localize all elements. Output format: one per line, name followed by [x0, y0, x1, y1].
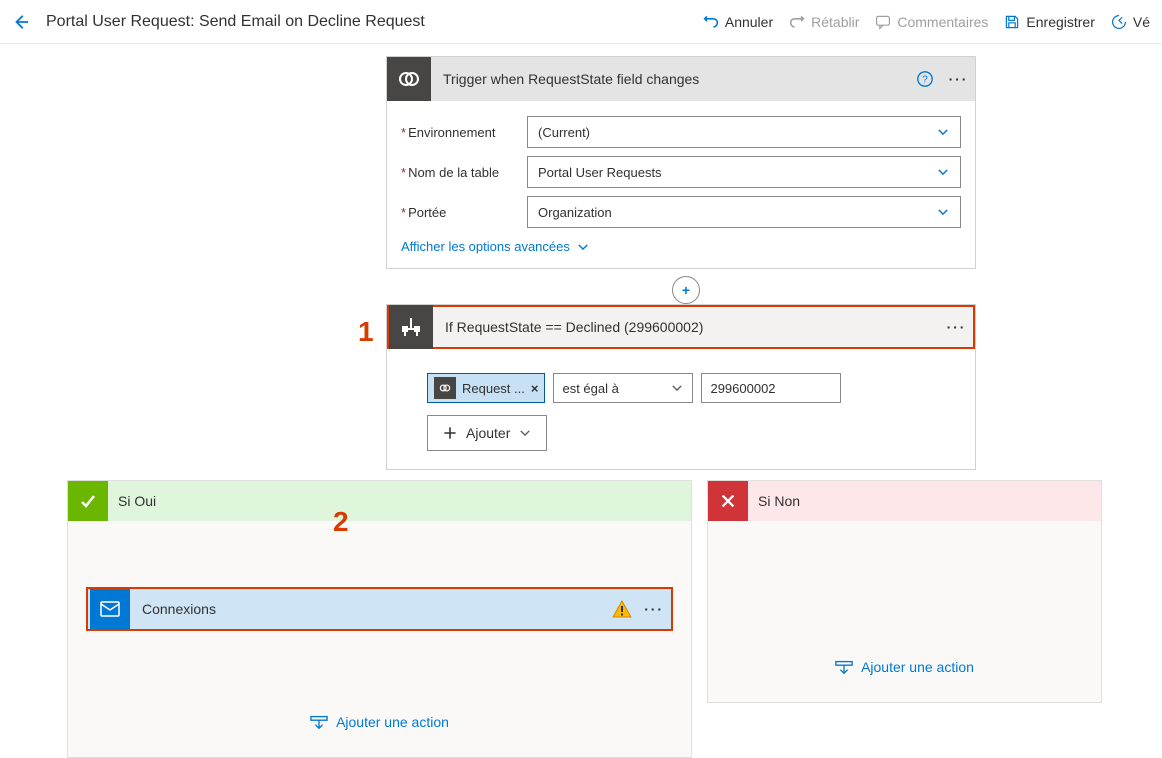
- branch-no-header: Si Non: [708, 481, 1101, 521]
- save-label: Enregistrer: [1026, 14, 1094, 30]
- trigger-card: Trigger when RequestState field changes …: [386, 56, 976, 269]
- connections-menu-button[interactable]: [644, 601, 661, 617]
- add-condition-label: Ajouter: [466, 425, 510, 441]
- add-condition-button[interactable]: Ajouter: [427, 415, 547, 451]
- branch-yes-header: Si Oui: [68, 481, 691, 521]
- verify-button[interactable]: Vé: [1111, 14, 1150, 30]
- save-icon: [1004, 14, 1020, 30]
- undo-button[interactable]: Annuler: [703, 14, 773, 30]
- redo-icon: [789, 14, 805, 30]
- chevron-down-icon: [518, 426, 532, 440]
- add-action-icon: [310, 713, 328, 731]
- insert-step-button[interactable]: +: [672, 276, 700, 304]
- comments-label: Commentaires: [897, 14, 988, 30]
- arrow-left-icon: [12, 13, 30, 31]
- scope-select[interactable]: Organization: [527, 196, 961, 228]
- token-label: Request ...: [462, 381, 525, 396]
- condition-icon: [389, 305, 433, 349]
- connections-label: Connexions: [142, 601, 612, 617]
- back-button[interactable]: [12, 13, 30, 31]
- save-button[interactable]: Enregistrer: [1004, 14, 1094, 30]
- scope-value: Organization: [538, 205, 612, 220]
- trigger-title: Trigger when RequestState field changes: [443, 71, 911, 87]
- trigger-header[interactable]: Trigger when RequestState field changes …: [387, 57, 975, 101]
- redo-label: Rétablir: [811, 14, 859, 30]
- chevron-down-icon: [936, 125, 950, 139]
- env-label: Environnement: [408, 125, 495, 140]
- ellipsis-icon: [947, 319, 964, 335]
- chevron-down-icon: [936, 165, 950, 179]
- svg-text:?: ?: [922, 75, 928, 86]
- table-label: Nom de la table: [408, 165, 499, 180]
- field-scope: *Portée Organization: [401, 193, 961, 231]
- token-remove-button[interactable]: ×: [531, 381, 539, 396]
- plus-icon: [442, 425, 458, 441]
- condition-header[interactable]: If RequestState == Declined (299600002): [387, 305, 975, 349]
- annotation-1: 1: [358, 316, 374, 348]
- undo-label: Annuler: [725, 14, 773, 30]
- dataverse-icon: [434, 377, 456, 399]
- field-environment: *Environnement (Current): [401, 113, 961, 151]
- condition-expression-row: Request ... × est égal à 299600002: [427, 373, 841, 403]
- operator-value: est égal à: [562, 381, 618, 396]
- dataverse-icon: [387, 57, 431, 101]
- env-select[interactable]: (Current): [527, 116, 961, 148]
- undo-icon: [703, 14, 719, 30]
- chevron-down-icon: [576, 240, 590, 254]
- comparison-value: 299600002: [710, 381, 775, 396]
- annotation-2: 2: [333, 506, 349, 538]
- chevron-down-icon: [670, 381, 684, 395]
- table-select[interactable]: Portal User Requests: [527, 156, 961, 188]
- page-title: Portal User Request: Send Email on Decli…: [46, 13, 425, 31]
- branch-no: Si Non Ajouter une action: [707, 480, 1102, 703]
- connections-card[interactable]: Connexions: [86, 587, 673, 631]
- branch-no-title: Si Non: [758, 493, 800, 509]
- operator-select[interactable]: est égal à: [553, 373, 693, 403]
- comparison-value-input[interactable]: 299600002: [701, 373, 841, 403]
- table-value: Portal User Requests: [538, 165, 662, 180]
- add-action-icon: [835, 658, 853, 676]
- advanced-options-link[interactable]: Afficher les options avancées: [401, 239, 961, 254]
- ellipsis-icon: [949, 71, 966, 87]
- flow-checker-icon: [1111, 14, 1127, 30]
- add-action-no-label: Ajouter une action: [861, 659, 974, 675]
- ellipsis-icon: [644, 601, 661, 617]
- add-action-no[interactable]: Ajouter une action: [835, 658, 974, 676]
- close-icon: [708, 481, 748, 521]
- comments-button: Commentaires: [875, 14, 988, 30]
- branch-yes-title: Si Oui: [118, 493, 156, 509]
- flow-canvas: Trigger when RequestState field changes …: [0, 44, 1162, 750]
- env-value: (Current): [538, 125, 590, 140]
- add-action-yes[interactable]: Ajouter une action: [310, 713, 449, 731]
- outlook-icon: [90, 589, 130, 629]
- field-table: *Nom de la table Portal User Requests: [401, 153, 961, 191]
- condition-title: If RequestState == Declined (299600002): [445, 319, 937, 335]
- advanced-label: Afficher les options avancées: [401, 239, 570, 254]
- chevron-down-icon: [936, 205, 950, 219]
- dynamic-token-requeststate[interactable]: Request ... ×: [427, 373, 545, 403]
- add-action-yes-label: Ajouter une action: [336, 714, 449, 730]
- scope-label: Portée: [408, 205, 446, 220]
- help-icon[interactable]: ?: [911, 70, 939, 88]
- condition-menu-button[interactable]: [937, 319, 973, 335]
- check-icon: [68, 481, 108, 521]
- verify-label: Vé: [1133, 14, 1150, 30]
- comment-icon: [875, 14, 891, 30]
- warning-icon: [612, 599, 632, 619]
- condition-card: If RequestState == Declined (299600002) …: [386, 304, 976, 470]
- redo-button: Rétablir: [789, 14, 859, 30]
- branch-yes: Si Oui Connexions Ajouter une action: [67, 480, 692, 758]
- command-bar: Portal User Request: Send Email on Decli…: [0, 0, 1162, 44]
- trigger-menu-button[interactable]: [939, 71, 975, 87]
